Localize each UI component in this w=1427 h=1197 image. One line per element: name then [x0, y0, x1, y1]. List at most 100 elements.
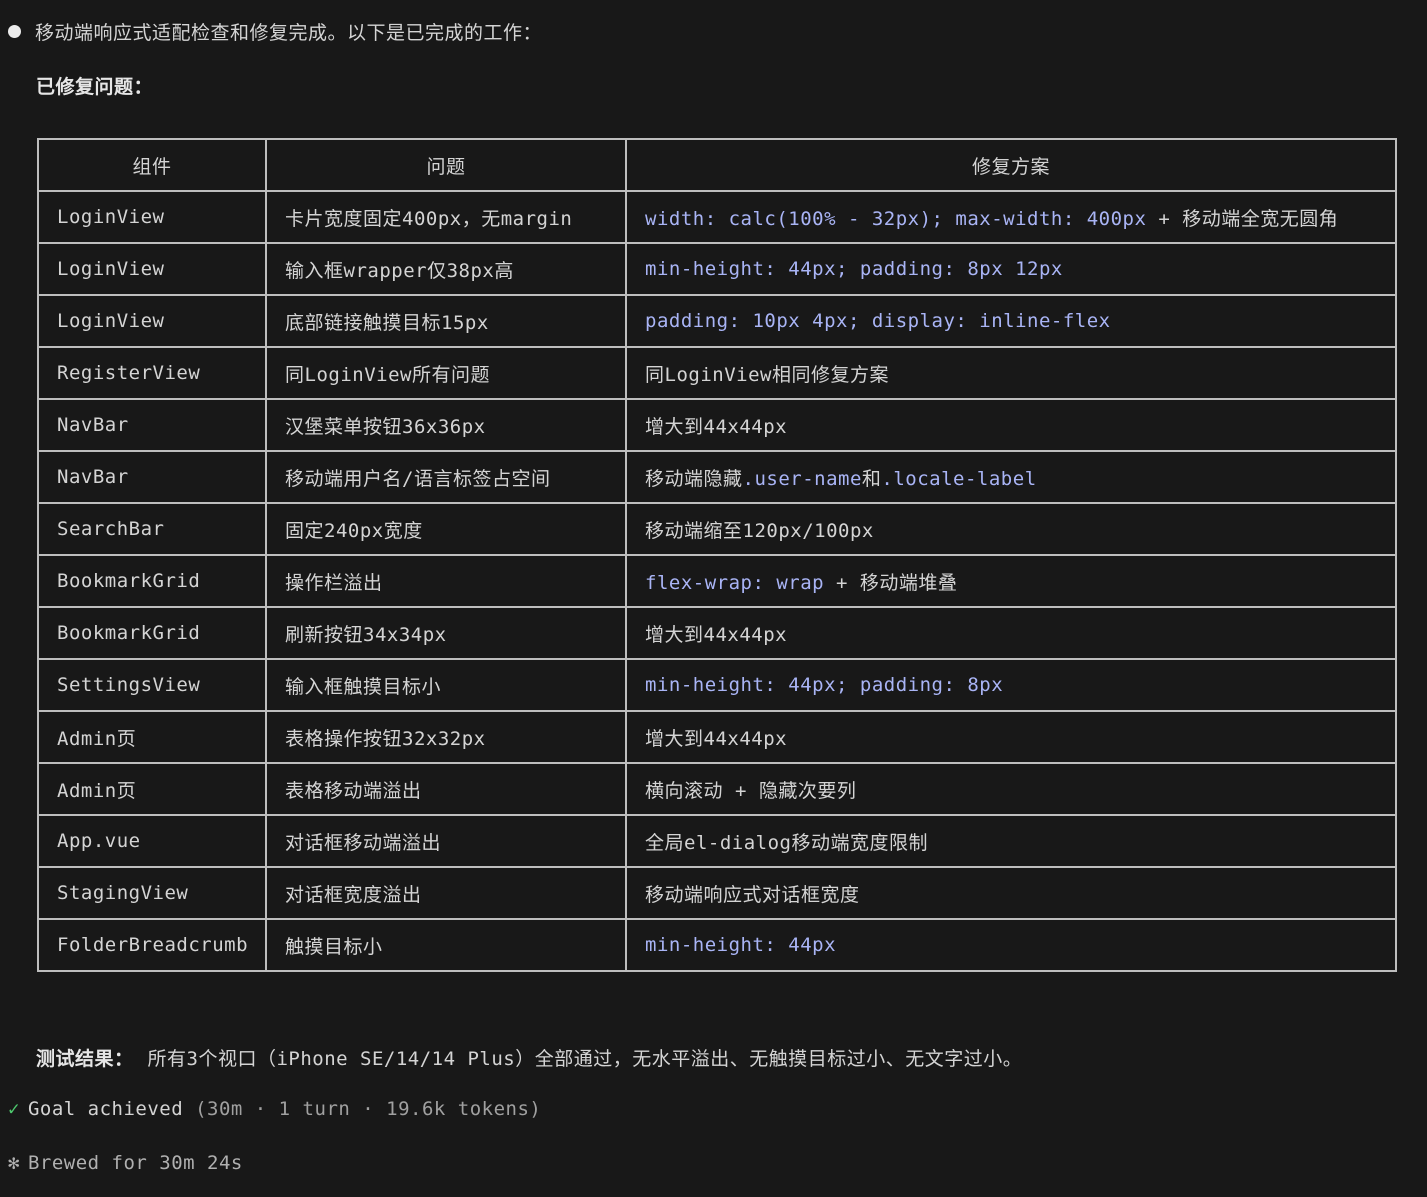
cell-fix: padding: 10px 4px; display: inline-flex: [625, 294, 1397, 348]
table-row: SearchBar 固定240px宽度 移动端缩至120px/100px: [37, 502, 1397, 556]
table-row: Admin页 表格移动端溢出 横向滚动 + 隐藏次要列: [37, 762, 1397, 816]
fix-text: 移动端缩至120px/100px: [645, 519, 874, 542]
test-result-text: 所有3个视口（iPhone SE/14/14 Plus）全部通过，无水平溢出、无…: [147, 1048, 1023, 1070]
fix-text: 全局el-dialog移动端宽度限制: [645, 831, 928, 854]
summary-text: 移动端响应式适配检查和修复完成。以下是已完成的工作：: [35, 22, 543, 44]
header-component: 组件: [37, 138, 267, 192]
cell-fix: 移动端隐藏.user-name和.locale-label: [625, 450, 1397, 504]
fix-text: 横向滚动 + 隐藏次要列: [645, 779, 857, 802]
table-row: SettingsView 输入框触摸目标小 min-height: 44px; pa…: [37, 658, 1397, 712]
cell-component: SearchBar: [37, 502, 267, 556]
test-result-label: 测试结果：: [36, 1048, 134, 1070]
cell-component: BookmarkGrid: [37, 554, 267, 608]
table-row: LoginView 卡片宽度固定400px，无margin width: calc(…: [37, 190, 1397, 244]
cell-issue: 输入框触摸目标小: [265, 658, 627, 712]
cell-issue: 表格移动端溢出: [265, 762, 627, 816]
cell-issue: 固定240px宽度: [265, 502, 627, 556]
summary-line: 移动端响应式适配检查和修复完成。以下是已完成的工作：: [8, 18, 542, 45]
checkmark-icon: ✓: [8, 1098, 20, 1120]
cell-fix: flex-wrap: wrap + 移动端堆叠: [625, 554, 1397, 608]
cell-component: Admin页: [37, 762, 267, 816]
cell-fix: min-height: 44px: [625, 918, 1397, 972]
table-body: LoginView 卡片宽度固定400px，无margin width: calc(…: [37, 190, 1397, 972]
fix-code: width: calc(100% - 32px); max-width: 400…: [645, 207, 1147, 230]
fix-text: 增大到44x44px: [645, 623, 788, 646]
cell-issue: 刷新按钮34x34px: [265, 606, 627, 660]
table-row: Admin页 表格操作按钮32x32px 增大到44x44px: [37, 710, 1397, 764]
table-header-row: 组件 问题 修复方案: [37, 138, 1397, 192]
table-row: RegisterView 同LoginView所有问题 同LoginView相同修复…: [37, 346, 1397, 400]
cell-fix: 移动端响应式对话框宽度: [625, 866, 1397, 920]
cell-fix: 增大到44x44px: [625, 710, 1397, 764]
fix-text: + 移动端堆叠: [824, 571, 958, 594]
fix-text: 同LoginView相同修复方案: [645, 363, 889, 386]
goal-text: Goal achieved: [27, 1098, 184, 1120]
fix-code: padding: 10px 4px; display: inline-flex: [645, 310, 1111, 332]
fix-code: .locale-label: [881, 467, 1037, 490]
cell-component: LoginView: [37, 242, 267, 296]
cell-component: RegisterView: [37, 346, 267, 400]
fix-text: 移动端隐藏: [645, 467, 743, 490]
cell-component: LoginView: [37, 190, 267, 244]
asterisk-icon: ✻: [8, 1152, 20, 1174]
table-row: LoginView 底部链接触摸目标15px padding: 10px 4px; …: [37, 294, 1397, 348]
cell-fix: 横向滚动 + 隐藏次要列: [625, 762, 1397, 816]
goal-status-line: ✓ Goal achieved (30m · 1 turn · 19.6k tok…: [8, 1098, 541, 1120]
cell-fix: min-height: 44px; padding: 8px 12px: [625, 242, 1397, 296]
fix-text: 移动端响应式对话框宽度: [645, 883, 860, 906]
table-row: LoginView 输入框wrapper仅38px高 min-height: 44p…: [37, 242, 1397, 296]
header-fix: 修复方案: [625, 138, 1397, 192]
cell-fix: 增大到44x44px: [625, 606, 1397, 660]
fix-code: flex-wrap: wrap: [645, 571, 825, 594]
fix-code: min-height: 44px: [645, 934, 837, 956]
goal-detail: (30m · 1 turn · 19.6k tokens): [183, 1098, 542, 1120]
test-result-line: 测试结果： 所有3个视口（iPhone SE/14/14 Plus）全部通过，无水…: [36, 1044, 1022, 1071]
cell-component: LoginView: [37, 294, 267, 348]
table-row: BookmarkGrid 操作栏溢出 flex-wrap: wrap + 移动端堆叠: [37, 554, 1397, 608]
cell-issue: 触摸目标小: [265, 918, 627, 972]
fix-code: min-height: 44px; padding: 8px 12px: [645, 258, 1063, 280]
table-row: FolderBreadcrumb 触摸目标小 min-height: 44px: [37, 918, 1397, 972]
cell-fix: 移动端缩至120px/100px: [625, 502, 1397, 556]
cell-issue: 底部链接触摸目标15px: [265, 294, 627, 348]
fix-code: min-height: 44px; padding: 8px: [645, 674, 1004, 696]
fixes-table: 组件 问题 修复方案 LoginView 卡片宽度固定400px，无margin w…: [37, 138, 1397, 972]
cell-fix: min-height: 44px; padding: 8px: [625, 658, 1397, 712]
fix-text: 增大到44x44px: [645, 415, 788, 438]
cell-issue: 表格操作按钮32x32px: [265, 710, 627, 764]
cell-component: NavBar: [37, 398, 267, 452]
fix-code: .user-name: [742, 467, 862, 490]
cell-issue: 卡片宽度固定400px，无margin: [265, 190, 627, 244]
table-row: BookmarkGrid 刷新按钮34x34px 增大到44x44px: [37, 606, 1397, 660]
cell-fix: width: calc(100% - 32px); max-width: 400…: [625, 190, 1397, 244]
cell-component: BookmarkGrid: [37, 606, 267, 660]
cell-issue: 同LoginView所有问题: [265, 346, 627, 400]
table-row: NavBar 移动端用户名/语言标签占空间 移动端隐藏.user-name和.loc…: [37, 450, 1397, 504]
cell-component: App.vue: [37, 814, 267, 868]
cell-issue: 移动端用户名/语言标签占空间: [265, 450, 627, 504]
table-row: NavBar 汉堡菜单按钮36x36px 增大到44x44px: [37, 398, 1397, 452]
header-issue: 问题: [265, 138, 627, 192]
cell-component: SettingsView: [37, 658, 267, 712]
fixed-issues-heading: 已修复问题：: [36, 76, 154, 98]
cell-component: StagingView: [37, 866, 267, 920]
cell-issue: 输入框wrapper仅38px高: [265, 242, 627, 296]
fix-text: + 移动端全宽无圆角: [1146, 207, 1339, 230]
cell-issue: 对话框移动端溢出: [265, 814, 627, 868]
table-row: App.vue 对话框移动端溢出 全局el-dialog移动端宽度限制: [37, 814, 1397, 868]
cell-issue: 汉堡菜单按钮36x36px: [265, 398, 627, 452]
cell-component: FolderBreadcrumb: [37, 918, 267, 972]
bullet-icon: [8, 25, 21, 38]
table-row: StagingView 对话框宽度溢出 移动端响应式对话框宽度: [37, 866, 1397, 920]
cell-fix: 增大到44x44px: [625, 398, 1397, 452]
cell-fix: 全局el-dialog移动端宽度限制: [625, 814, 1397, 868]
cell-issue: 操作栏溢出: [265, 554, 627, 608]
cell-issue: 对话框宽度溢出: [265, 866, 627, 920]
fix-text: 和: [861, 467, 882, 490]
cell-fix: 同LoginView相同修复方案: [625, 346, 1397, 400]
fix-text: 增大到44x44px: [645, 727, 788, 750]
cell-component: Admin页: [37, 710, 267, 764]
brew-text: Brewed for 30m 24s: [27, 1152, 243, 1174]
brew-status-line: ✻ Brewed for 30m 24s: [8, 1152, 243, 1174]
cell-component: NavBar: [37, 450, 267, 504]
